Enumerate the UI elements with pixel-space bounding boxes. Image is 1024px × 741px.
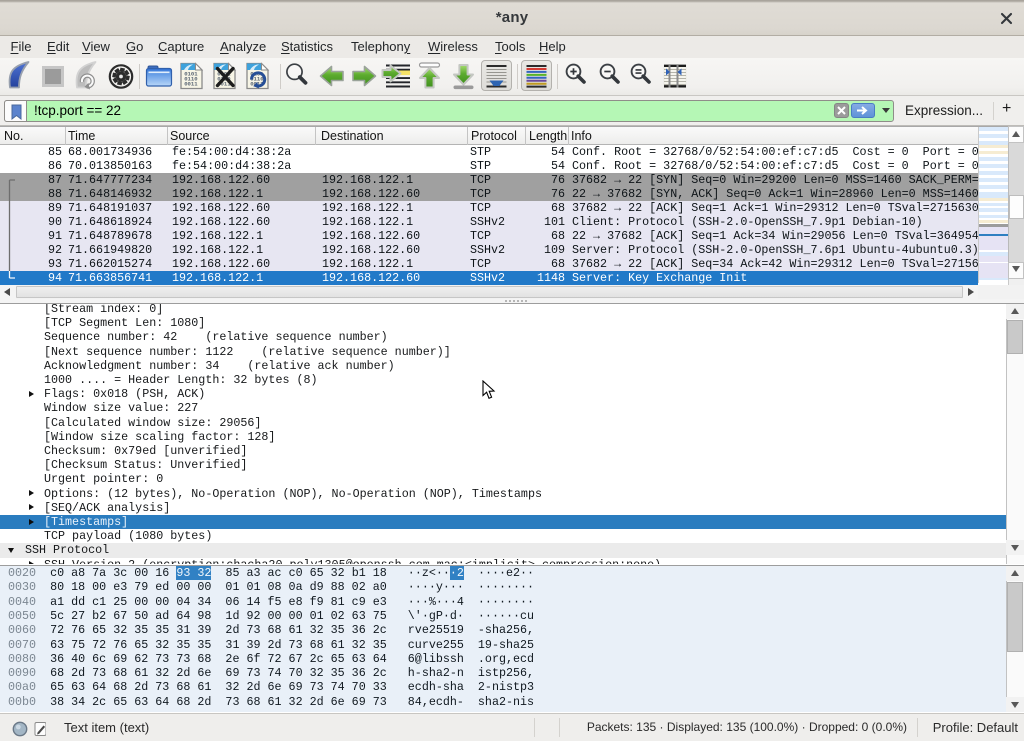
- svg-text:0011: 0011: [184, 81, 198, 88]
